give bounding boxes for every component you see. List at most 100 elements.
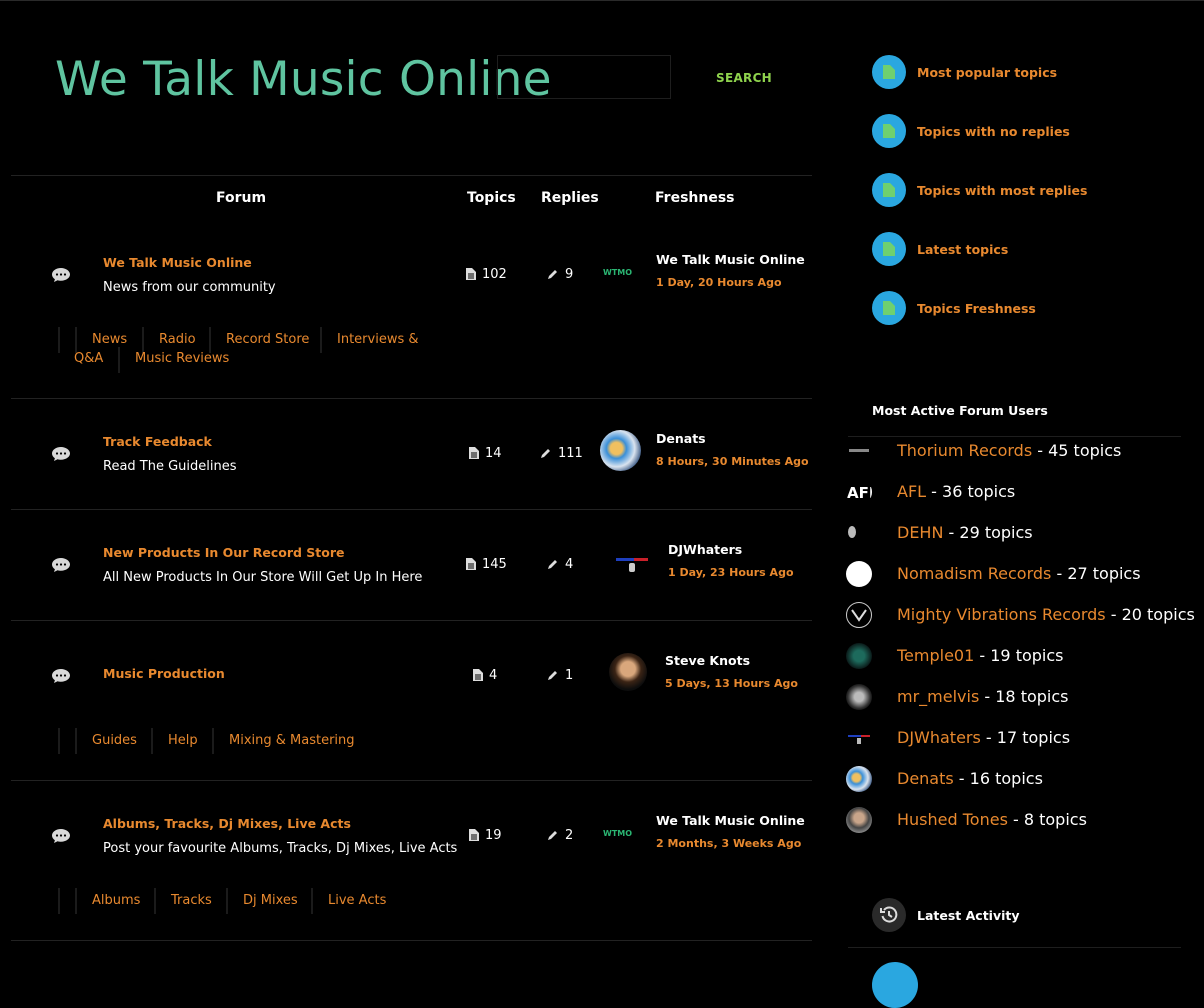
latest-activity-divider [848, 947, 1181, 948]
subforum-link[interactable]: Help [168, 733, 198, 748]
active-users-heading: Most Active Forum Users [872, 403, 1048, 418]
steve-knots-avatar[interactable] [609, 653, 647, 691]
document-icon [466, 268, 476, 280]
user-topic-count: - 17 topics [980, 728, 1071, 747]
denats-avatar[interactable] [600, 430, 641, 471]
active-user-entry: Thorium Records - 45 topics [897, 441, 1121, 460]
user-topic-count: - 19 topics [974, 646, 1064, 665]
subforum-divider [320, 327, 322, 353]
document-icon [466, 558, 476, 570]
topics-value: 19 [485, 828, 502, 843]
user-avatar[interactable] [846, 520, 872, 546]
chat-bubble-icon [52, 268, 70, 282]
subforum-link[interactable]: Music Reviews [135, 351, 229, 366]
subforum-divider [151, 728, 153, 754]
active-user-entry: Hushed Tones - 8 topics [897, 810, 1087, 829]
user-avatar[interactable] [846, 725, 872, 751]
site-title[interactable]: We Talk Music Online [55, 52, 552, 107]
active-user-entry: DJWhaters - 17 topics [897, 728, 1070, 747]
view-icon-circle [872, 114, 906, 148]
subforum-link[interactable]: Interviews & [337, 332, 419, 347]
user-avatar[interactable] [846, 602, 872, 628]
active-user-entry: mr_melvis - 18 topics [897, 687, 1068, 706]
user-topic-count: - 29 topics [943, 523, 1033, 542]
topics-count: 14 [469, 446, 502, 461]
djwhaters-avatar[interactable] [614, 555, 650, 575]
view-label[interactable]: Topics with most replies [917, 183, 1087, 198]
forum-description: News from our community [103, 280, 276, 295]
forum-title-link[interactable]: Albums, Tracks, Dj Mixes, Live Acts [103, 816, 351, 831]
row-divider [11, 780, 812, 781]
user-name-link[interactable]: mr_melvis [897, 687, 979, 706]
subforum-divider [75, 327, 77, 353]
view-label[interactable]: Latest topics [917, 242, 1008, 257]
chat-bubble-icon [52, 558, 70, 572]
user-avatar[interactable] [846, 684, 872, 710]
top-border [0, 0, 1204, 1]
subforum-link[interactable]: Record Store [226, 332, 309, 347]
freshness-author[interactable]: DJWhaters [668, 542, 742, 557]
topics-value: 14 [485, 446, 502, 461]
forum-title-link[interactable]: We Talk Music Online [103, 255, 252, 270]
forum-title-link[interactable]: New Products In Our Record Store [103, 545, 345, 560]
subforum-link[interactable]: Mixing & Mastering [229, 733, 355, 748]
subforum-link[interactable]: Guides [92, 733, 137, 748]
user-name-link[interactable]: AFL [897, 482, 926, 501]
freshness-author[interactable]: We Talk Music Online [656, 252, 805, 267]
user-avatar[interactable] [846, 766, 872, 792]
view-icon-circle [872, 232, 906, 266]
subforum-link[interactable]: Live Acts [328, 893, 386, 908]
user-avatar[interactable] [846, 807, 872, 833]
user-name-link[interactable]: Nomadism Records [897, 564, 1051, 583]
forum-title-link[interactable]: Track Feedback [103, 434, 212, 449]
subforum-link[interactable]: Albums [92, 893, 140, 908]
freshness-author[interactable]: We Talk Music Online [656, 813, 805, 828]
view-label[interactable]: Topics with no replies [917, 124, 1070, 139]
user-name-link[interactable]: Thorium Records [897, 441, 1032, 460]
freshness-time[interactable]: 5 Days, 13 Hours Ago [665, 677, 798, 690]
user-name-link[interactable]: DEHN [897, 523, 943, 542]
freshness-author[interactable]: Denats [656, 431, 706, 446]
subforum-link[interactable]: Dj Mixes [243, 893, 298, 908]
pencil-icon [548, 270, 557, 279]
search-input[interactable] [497, 55, 671, 99]
subforum-link[interactable]: Radio [159, 332, 196, 347]
view-label[interactable]: Topics Freshness [917, 301, 1036, 316]
replies-count: 111 [540, 446, 583, 461]
freshness-time[interactable]: 1 Day, 23 Hours Ago [668, 566, 794, 579]
search-button[interactable]: SEARCH [716, 71, 772, 85]
view-label[interactable]: Most popular topics [917, 65, 1057, 80]
document-icon [883, 301, 895, 315]
document-icon [883, 124, 895, 138]
wtmo-logo[interactable]: WTMO [602, 825, 638, 837]
topics-count: 4 [473, 668, 497, 683]
freshness-time[interactable]: 2 Months, 3 Weeks Ago [656, 837, 801, 850]
user-name-link[interactable]: Temple01 [897, 646, 974, 665]
subforum-divider [75, 888, 77, 914]
user-name-link[interactable]: DJWhaters [897, 728, 981, 747]
subforum-link[interactable]: News [92, 332, 127, 347]
active-user-entry: DEHN - 29 topics [897, 523, 1033, 542]
forum-title-link[interactable]: Music Production [103, 666, 225, 681]
freshness-time[interactable]: 8 Hours, 30 Minutes Ago [656, 455, 809, 468]
subforum-link[interactable]: Q&A [74, 351, 103, 366]
freshness-author[interactable]: Steve Knots [665, 653, 750, 668]
subforum-divider [226, 888, 228, 914]
user-topic-count: - 18 topics [979, 687, 1069, 706]
user-avatar[interactable] [846, 438, 872, 464]
freshness-time[interactable]: 1 Day, 20 Hours Ago [656, 276, 782, 289]
wtmo-logo[interactable]: WTMO [602, 264, 638, 276]
user-avatar[interactable] [846, 643, 872, 669]
user-avatar[interactable]: AFL [846, 479, 872, 505]
user-name-link[interactable]: Denats [897, 769, 954, 788]
col-header-topics: Topics [467, 190, 516, 206]
chat-bubble-icon [52, 829, 70, 843]
user-name-link[interactable]: Mighty Vibrations Records [897, 605, 1106, 624]
row-divider [11, 940, 812, 941]
user-name-link[interactable]: Hushed Tones [897, 810, 1008, 829]
subforum-divider [58, 888, 60, 914]
svg-text:WTMO: WTMO [603, 829, 632, 837]
history-icon [872, 898, 906, 932]
subforum-link[interactable]: Tracks [171, 893, 212, 908]
user-avatar[interactable] [846, 561, 872, 587]
